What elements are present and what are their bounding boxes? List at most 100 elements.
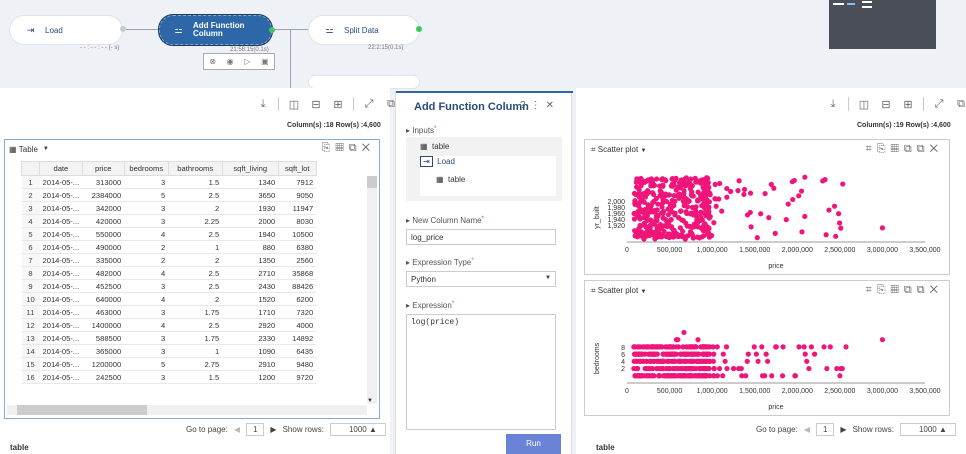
delete-icon[interactable]: ▣ [261,57,269,66]
table-row[interactable]: 16 2014-05-... 242500 3 1.5 1200 9720 [21,370,317,384]
eye-icon[interactable]: ◉ [227,57,234,66]
rows-select[interactable]: 1000 ▲ [329,423,386,436]
table-row[interactable]: 6 2014-05-... 490000 2 1 880 6380 [21,240,317,254]
data-point [769,373,775,379]
settings-icon[interactable]: ⌗ [866,284,877,296]
page-input[interactable]: 1 [245,423,265,436]
table-row[interactable]: 15 2014-05-... 1200000 5 2.75 2910 9480 [21,357,317,371]
duplicate-icon[interactable]: ⧉ [917,284,930,296]
next-page-icon[interactable]: ▶ [840,425,846,434]
prev-page-icon[interactable]: ◀ [804,425,810,434]
popout-icon[interactable]: ⧉ [950,98,966,111]
table-row[interactable]: 13 2014-05-... 588500 3 1.75 2330 14892 [21,331,317,345]
table-row[interactable]: 3 2014-05-... 342000 3 2 1930 11947 [21,201,317,215]
export-icon[interactable]: ⎘ [877,143,891,155]
copy-icon[interactable]: ⧉ [904,143,917,155]
node-add-function-column[interactable]: ⚍ Add Function Column [159,15,272,45]
close-icon[interactable]: ✕ [930,143,943,155]
columns-icon[interactable]: ◫ [283,98,305,111]
table-row[interactable]: 10 2014-05-... 640000 4 2 1520 6200 [21,292,317,306]
rows-icon[interactable]: ⊟ [875,98,897,111]
node-split-data[interactable]: ⚍ Split Data [309,16,419,44]
input-load[interactable]: ⇥ Load [420,156,455,167]
table-row[interactable]: 9 2014-05-... 452500 3 2.5 2430 88426 [21,279,317,293]
export-icon[interactable]: ⎘ [322,142,336,154]
next-page-icon[interactable]: ▶ [270,425,276,434]
scroll-thumb[interactable] [17,405,147,415]
dropdown-icon[interactable]: ▼ [43,146,49,152]
table-row[interactable]: 2 2014-05-... 2384000 5 2.5 3650 9050 [21,188,317,202]
copy-icon[interactable]: ⧉ [904,284,917,296]
expression-type-select[interactable]: Python ▼ [406,271,556,287]
grid-icon[interactable]: ▦ [891,143,904,155]
vertical-scrollbar[interactable]: ▼ [367,176,377,404]
node-port[interactable] [416,26,422,32]
table-row[interactable]: 7 2014-05-... 335000 2 2 1350 2560 [21,253,317,267]
input-sub-table[interactable]: ▦ table [436,175,465,184]
column-header[interactable]: price [81,161,125,176]
table-row[interactable]: 14 2014-05-... 365000 3 1 1090 6435 [21,344,317,358]
node-port[interactable] [269,27,275,33]
column-header[interactable]: date [39,161,83,176]
more-icon[interactable]: ⋮ [531,100,546,111]
table-row[interactable]: 5 2014-05-... 550000 4 2.5 1940 10500 [21,227,317,241]
expand-icon[interactable]: ⤢ [358,98,380,111]
close-icon[interactable]: ✕ [930,284,943,296]
minimap[interactable] [829,0,936,49]
rows-icon[interactable]: ⊟ [305,98,327,111]
run-button[interactable]: Run [506,434,561,454]
new-column-name-input[interactable]: log_price [406,229,556,245]
scroll-thumb[interactable] [367,176,377,188]
table-row[interactable]: 12 2014-05-... 1400000 4 2.5 2920 4000 [21,318,317,332]
data-point [647,358,653,364]
data-point [634,365,640,372]
grid-icon[interactable]: ▦ [891,284,904,296]
horizontal-scrollbar[interactable] [7,405,367,415]
input-table[interactable]: ▦ table [420,142,449,151]
table-row[interactable]: 1 2014-05-... 313000 3 1.5 1340 7912 [21,175,317,189]
expand-icon[interactable]: ⤢ [928,98,950,111]
y-tick-label: 2 [621,366,625,373]
data-point [703,358,709,364]
rows-select[interactable]: 1000 ▲ [899,423,956,436]
help-icon[interactable]: ? [520,100,531,111]
data-point [827,344,833,350]
workflow-canvas[interactable]: ⇥ Load - - : - - : - - (- s) ⚍ Add Funct… [0,0,966,88]
download-icon[interactable]: ⤓ [252,98,274,111]
data-point [826,207,832,213]
table-row[interactable]: 11 2014-05-... 463000 3 1.75 1710 7320 [21,305,317,319]
grid-icon[interactable]: ⊞ [897,98,919,111]
plot-title[interactable]: ⌗ Scatter plot ▼ [591,286,646,296]
columns-icon[interactable]: ◫ [853,98,875,111]
grid-icon[interactable]: ▦ [335,142,348,154]
settings-icon[interactable]: ⌗ [866,143,877,155]
grid-icon[interactable]: ⊞ [327,98,349,111]
expression-textarea[interactable]: log(price) [406,314,556,430]
prev-page-icon[interactable]: ◀ [234,425,240,434]
close-icon[interactable]: ✕ [362,142,375,154]
node-partial[interactable] [309,76,419,88]
table-row[interactable]: 4 2014-05-... 420000 3 2.25 2000 8030 [21,214,317,228]
column-header[interactable] [21,161,40,176]
page-input[interactable]: 1 [815,423,835,436]
column-header[interactable]: sqft_living [221,161,279,176]
cancel-icon[interactable]: ⊗ [209,57,216,66]
node-load[interactable]: ⇥ Load [10,16,122,44]
tab-table-right[interactable]: table [586,440,625,454]
duplicate-icon[interactable]: ⧉ [917,143,930,155]
export-icon[interactable]: ⎘ [877,284,891,296]
play-icon[interactable]: ▷ [244,57,250,66]
column-header[interactable]: sqft_lot [277,161,317,176]
tab-table-left[interactable]: table [0,440,39,454]
table-row[interactable]: 8 2014-05-... 482000 4 2.5 2710 35868 [21,266,317,280]
table-cell: 2.5 [168,266,223,280]
plot-title[interactable]: ⌗ Scatter plot ▼ [591,145,646,155]
table-title[interactable]: Table [19,145,38,154]
column-header[interactable]: bedrooms [123,161,169,176]
copy-icon[interactable]: ⧉ [349,142,362,154]
close-icon[interactable]: ✕ [546,100,559,111]
scroll-down-icon[interactable]: ▼ [367,398,373,404]
download-icon[interactable]: ⤓ [822,98,844,111]
table-cell: 2.5 [168,279,223,293]
column-header[interactable]: bathrooms [167,161,223,176]
